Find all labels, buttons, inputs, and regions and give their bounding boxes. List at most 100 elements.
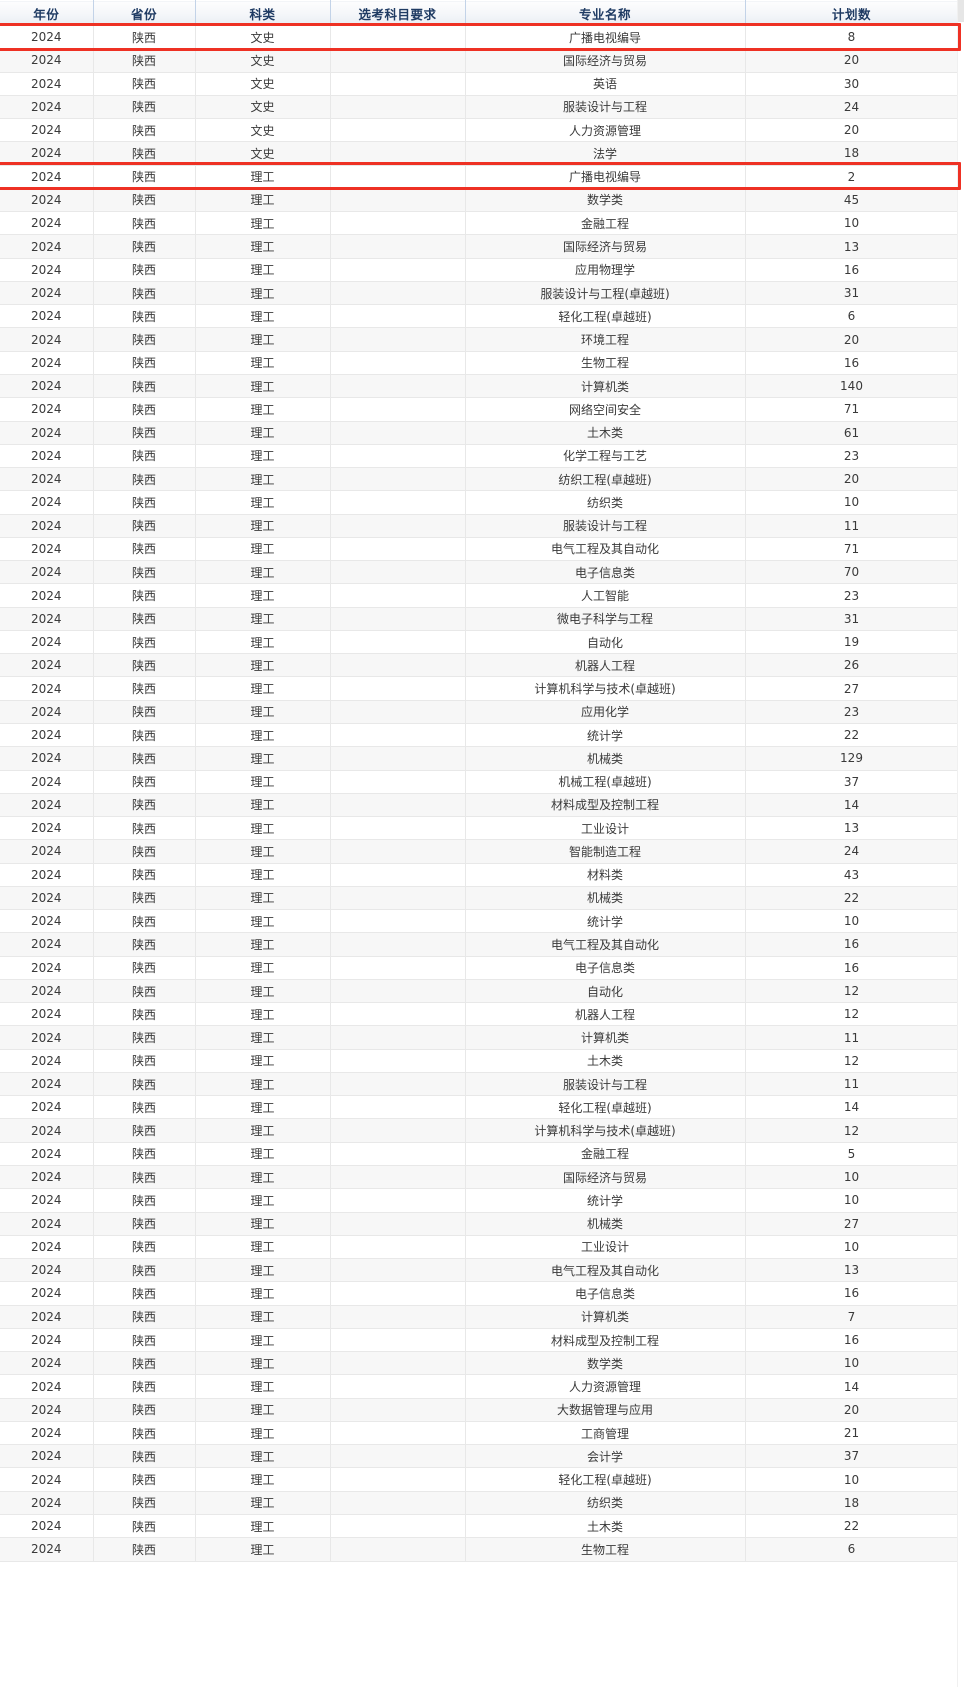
table-row[interactable]: 2024 陕西 理工 计算机类 140 [0,374,959,399]
table-row[interactable]: 2024 陕西 理工 应用化学 23 [0,700,959,724]
cell-major: 纺织类 [465,1491,746,1516]
cell-cat: 理工 [195,1212,331,1236]
column-header-year[interactable]: 年份 [0,0,94,26]
table-row[interactable]: 2024 陕西 理工 大数据管理与应用 20 [0,1398,959,1422]
column-header-major[interactable]: 专业名称 [465,0,746,26]
table-row[interactable]: 2024 陕西 理工 网络空间安全 71 [0,397,959,422]
table-row[interactable]: 2024 陕西 理工 电气工程及其自动化 16 [0,932,959,957]
table-row[interactable]: 2024 陕西 理工 服装设计与工程 11 [0,1072,959,1097]
column-header-count[interactable]: 计划数 [745,0,959,26]
table-row[interactable]: 2024 陕西 文史 国际经济与贸易 20 [0,48,959,73]
table-row[interactable]: 2024 陕西 理工 统计学 10 [0,1188,959,1213]
cell-req [330,95,466,120]
cell-req [330,165,466,189]
table-row[interactable]: 2024 陕西 理工 数学类 45 [0,188,959,213]
table-row[interactable]: 2024 陕西 理工 人工智能 23 [0,583,959,608]
column-header-req[interactable]: 选考科目要求 [330,0,466,26]
table-row[interactable]: 2024 陕西 理工 生物工程 6 [0,1537,959,1562]
cell-prov: 陕西 [93,1305,196,1329]
table-row[interactable]: 2024 陕西 理工 材料类 43 [0,863,959,887]
cell-req [330,444,466,469]
table-row[interactable]: 2024 陕西 文史 广播电视编导 8 [0,25,959,50]
table-row[interactable]: 2024 陕西 理工 金融工程 10 [0,211,959,236]
table-row[interactable]: 2024 陕西 理工 土木类 61 [0,421,959,445]
table-row[interactable]: 2024 陕西 理工 计算机科学与技术(卓越班) 27 [0,676,959,701]
cell-prov: 陕西 [93,514,196,538]
table-row[interactable]: 2024 陕西 理工 电子信息类 70 [0,560,959,585]
table-row[interactable]: 2024 陕西 理工 机械类 129 [0,746,959,771]
table-row[interactable]: 2024 陕西 理工 人力资源管理 14 [0,1374,959,1399]
table-row[interactable]: 2024 陕西 理工 广播电视编导 2 [0,165,959,189]
table-row[interactable]: 2024 陕西 文史 英语 30 [0,72,959,96]
column-header-prov[interactable]: 省份 [93,0,196,26]
table-row[interactable]: 2024 陕西 理工 工商管理 21 [0,1421,959,1446]
table-row[interactable]: 2024 陕西 理工 统计学 22 [0,723,959,748]
cell-req [330,258,466,282]
cell-year: 2024 [0,304,94,329]
table-row[interactable]: 2024 陕西 理工 材料成型及控制工程 16 [0,1328,959,1353]
table-row[interactable]: 2024 陕西 理工 纺织工程(卓越班) 20 [0,467,959,492]
cell-req [330,956,466,980]
table-row[interactable]: 2024 陕西 理工 机械类 22 [0,886,959,911]
cell-prov: 陕西 [93,932,196,957]
cell-prov: 陕西 [93,583,196,608]
table-row[interactable]: 2024 陕西 理工 工业设计 13 [0,816,959,841]
table-row[interactable]: 2024 陕西 理工 电气工程及其自动化 71 [0,537,959,562]
table-row[interactable]: 2024 陕西 理工 环境工程 20 [0,327,959,352]
table-row[interactable]: 2024 陕西 理工 计算机类 7 [0,1305,959,1329]
cell-req [330,72,466,96]
table-row[interactable]: 2024 陕西 理工 电子信息类 16 [0,1281,959,1306]
table-row[interactable]: 2024 陕西 理工 会计学 37 [0,1444,959,1469]
cell-major: 数学类 [465,1351,746,1376]
cell-major: 国际经济与贸易 [465,1165,746,1190]
vertical-scrollbar[interactable] [957,0,964,1687]
table-row[interactable]: 2024 陕西 理工 生物工程 16 [0,351,959,375]
table-row[interactable]: 2024 陕西 理工 轻化工程(卓越班) 14 [0,1095,959,1120]
table-row[interactable]: 2024 陕西 文史 法学 18 [0,141,959,166]
table-row[interactable]: 2024 陕西 理工 统计学 10 [0,909,959,934]
table-row[interactable]: 2024 陕西 理工 机械类 27 [0,1212,959,1236]
table-row[interactable]: 2024 陕西 理工 纺织类 10 [0,490,959,515]
table-row[interactable]: 2024 陕西 理工 数学类 10 [0,1351,959,1376]
table-row[interactable]: 2024 陕西 理工 国际经济与贸易 13 [0,234,959,259]
table-row[interactable]: 2024 陕西 理工 智能制造工程 24 [0,839,959,864]
cell-cat: 文史 [195,72,331,96]
cell-cat: 理工 [195,1095,331,1120]
table-row[interactable]: 2024 陕西 理工 国际经济与贸易 10 [0,1165,959,1190]
table-row[interactable]: 2024 陕西 理工 机器人工程 26 [0,653,959,678]
table-row[interactable]: 2024 陕西 理工 计算机类 11 [0,1025,959,1050]
table-row[interactable]: 2024 陕西 理工 机器人工程 12 [0,1002,959,1027]
cell-major: 计算机类 [465,1025,746,1050]
cell-major: 服装设计与工程(卓越班) [465,281,746,306]
table-row[interactable]: 2024 陕西 文史 人力资源管理 20 [0,118,959,143]
cell-count: 12 [745,1049,959,1073]
table-row[interactable]: 2024 陕西 理工 微电子科学与工程 31 [0,607,959,631]
table-row[interactable]: 2024 陕西 理工 自动化 12 [0,979,959,1004]
table-row[interactable]: 2024 陕西 理工 电气工程及其自动化 13 [0,1258,959,1283]
table-row[interactable]: 2024 陕西 理工 轻化工程(卓越班) 6 [0,304,959,329]
table-row[interactable]: 2024 陕西 理工 金融工程 5 [0,1142,959,1167]
table-row[interactable]: 2024 陕西 理工 机械工程(卓越班) 37 [0,770,959,794]
cell-prov: 陕西 [93,1118,196,1143]
cell-req [330,1537,466,1562]
table-row[interactable]: 2024 陕西 理工 轻化工程(卓越班) 10 [0,1467,959,1492]
table-row[interactable]: 2024 陕西 理工 自动化 19 [0,630,959,655]
table-row[interactable]: 2024 陕西 理工 电子信息类 16 [0,956,959,980]
table-row[interactable]: 2024 陕西 理工 纺织类 18 [0,1491,959,1516]
cell-prov: 陕西 [93,1072,196,1097]
table-row[interactable]: 2024 陕西 理工 工业设计 10 [0,1235,959,1260]
table-row[interactable]: 2024 陕西 理工 土木类 12 [0,1049,959,1073]
cell-req [330,1467,466,1492]
table-row[interactable]: 2024 陕西 理工 土木类 22 [0,1514,959,1539]
table-row[interactable]: 2024 陕西 理工 服装设计与工程(卓越班) 31 [0,281,959,306]
cell-prov: 陕西 [93,304,196,329]
table-row[interactable]: 2024 陕西 文史 服装设计与工程 24 [0,95,959,120]
table-row[interactable]: 2024 陕西 理工 服装设计与工程 11 [0,514,959,538]
scrollbar-thumb[interactable] [958,0,964,22]
table-row[interactable]: 2024 陕西 理工 应用物理学 16 [0,258,959,282]
cell-year: 2024 [0,95,94,120]
table-row[interactable]: 2024 陕西 理工 化学工程与工艺 23 [0,444,959,469]
column-header-cat[interactable]: 科类 [195,0,331,26]
table-row[interactable]: 2024 陕西 理工 计算机科学与技术(卓越班) 12 [0,1118,959,1143]
table-row[interactable]: 2024 陕西 理工 材料成型及控制工程 14 [0,793,959,818]
